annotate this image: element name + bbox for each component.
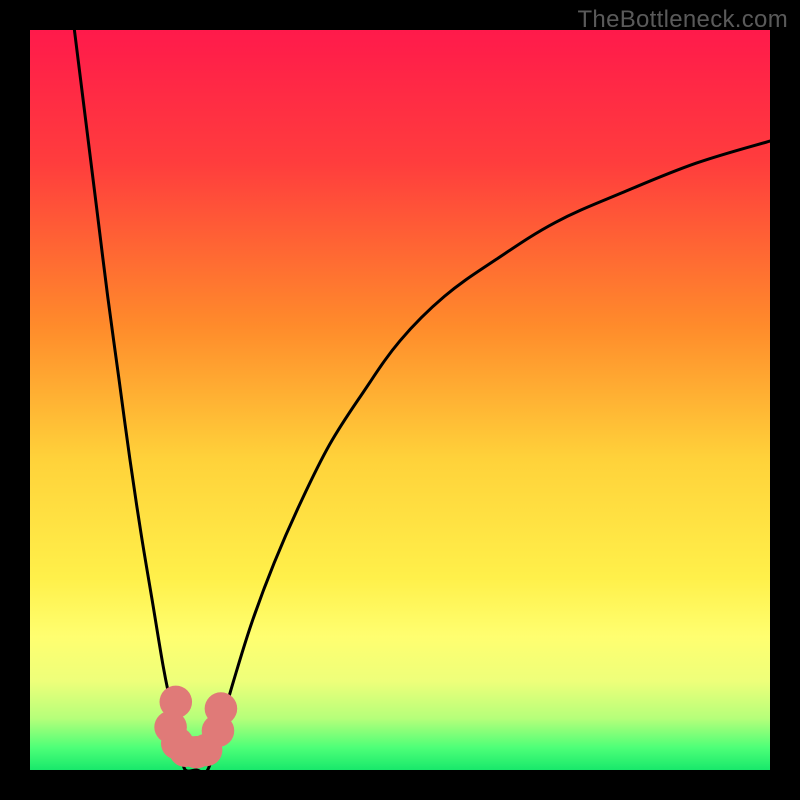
plot-area (30, 30, 770, 770)
gradient-background (30, 30, 770, 770)
data-marker (205, 692, 238, 725)
watermark-text: TheBottleneck.com (577, 6, 788, 34)
chart-frame: TheBottleneck.com (0, 0, 800, 800)
chart-svg (30, 30, 770, 770)
